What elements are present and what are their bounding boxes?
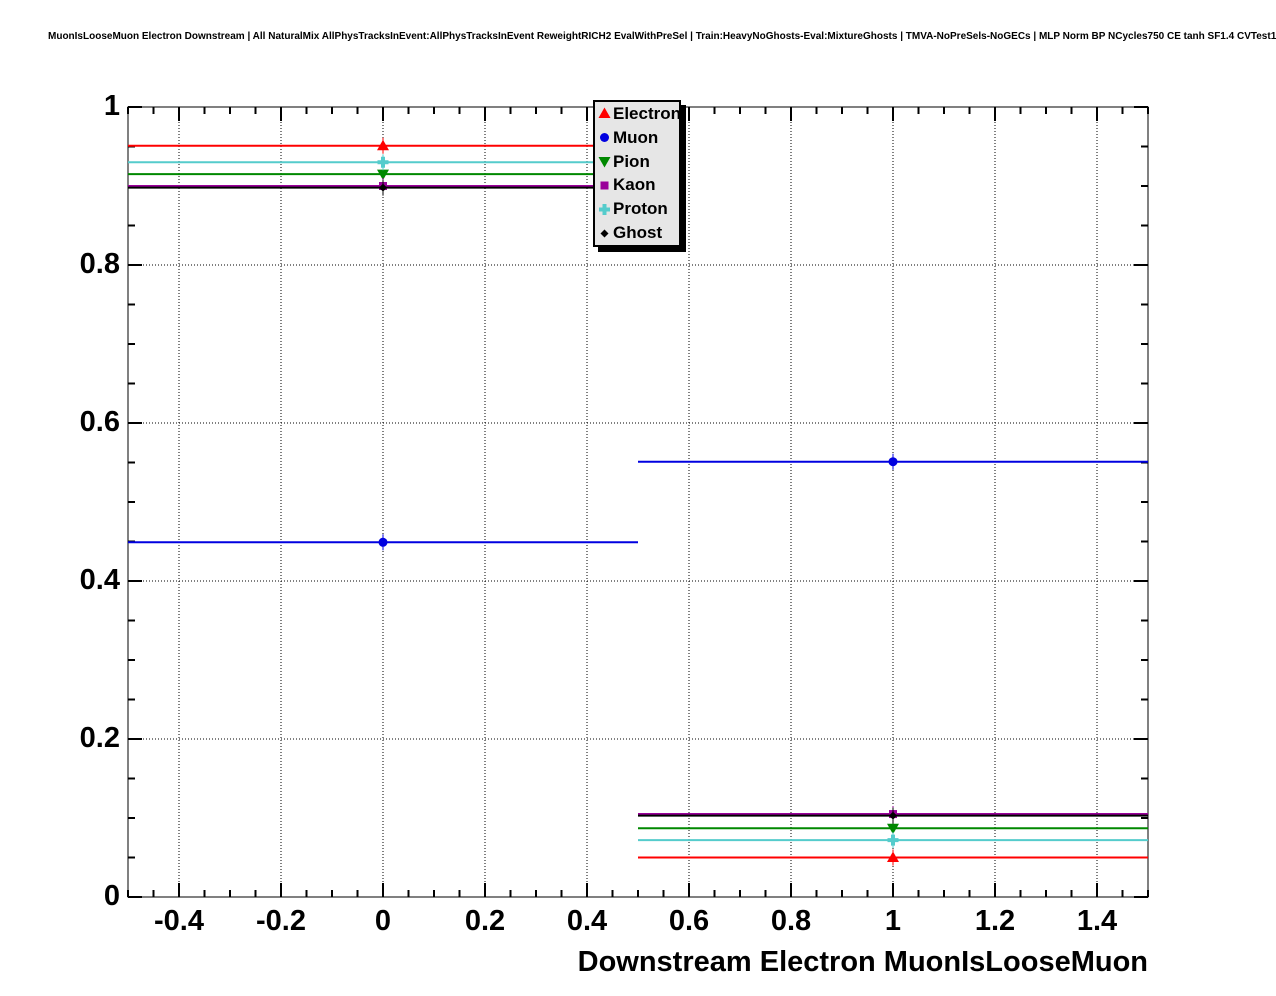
x-tick-label: 0.2 — [464, 905, 506, 937]
legend-entry-pion: Pion — [595, 150, 679, 174]
legend-label: Ghost — [613, 223, 663, 243]
marker-cross-proton — [377, 156, 389, 168]
legend-label: Pion — [613, 151, 650, 171]
x-tick-label: 0.6 — [668, 905, 710, 937]
x-tick-label: 0 — [374, 905, 392, 937]
legend-entry-muon: Muon — [595, 126, 679, 150]
x-tick-label: 1 — [884, 905, 902, 937]
triangle-down-icon — [598, 157, 611, 168]
x-tick-label: 1.4 — [1076, 905, 1118, 937]
legend-entry-ghost: Ghost — [595, 221, 679, 245]
x-tick-label: -0.4 — [154, 905, 204, 937]
legend-label: Electron — [613, 103, 682, 123]
legend-label: Muon — [613, 127, 659, 147]
y-tick-label: 0 — [103, 880, 120, 912]
diamond-icon — [600, 229, 609, 238]
marker-circle-muon — [378, 537, 388, 547]
cross-icon — [599, 203, 610, 215]
legend-entry-proton: Proton — [595, 197, 679, 221]
x-tick-label: -0.2 — [256, 905, 306, 937]
y-tick-label: 0.2 — [79, 722, 120, 754]
triangle-up-icon — [598, 107, 611, 119]
circle-icon — [600, 133, 609, 143]
legend-entry-kaon: Kaon — [595, 173, 679, 197]
y-tick-label: 0.4 — [79, 564, 120, 596]
x-tick-label: 0.4 — [566, 905, 608, 937]
x-tick-label: 1.2 — [974, 905, 1016, 937]
legend-box: Electron Muon Pion Kaon Proton Ghost — [593, 100, 681, 247]
y-tick-label: 0.6 — [79, 406, 120, 438]
legend-label: Proton — [613, 199, 668, 219]
legend-label: Kaon — [613, 175, 656, 195]
x-axis-title: Downstream Electron MuonIsLooseMuon — [577, 946, 1148, 978]
y-tick-label: 1 — [103, 90, 120, 122]
marker-circle-muon — [888, 457, 898, 467]
legend-entry-electron: Electron — [595, 102, 682, 126]
y-tick-label: 0.8 — [79, 248, 120, 280]
marker-cross-proton — [887, 834, 899, 846]
root-canvas: MuonIsLooseMuon Electron Downstream | Al… — [0, 0, 1276, 996]
x-tick-label: 0.8 — [770, 905, 812, 937]
square-icon — [600, 181, 609, 190]
